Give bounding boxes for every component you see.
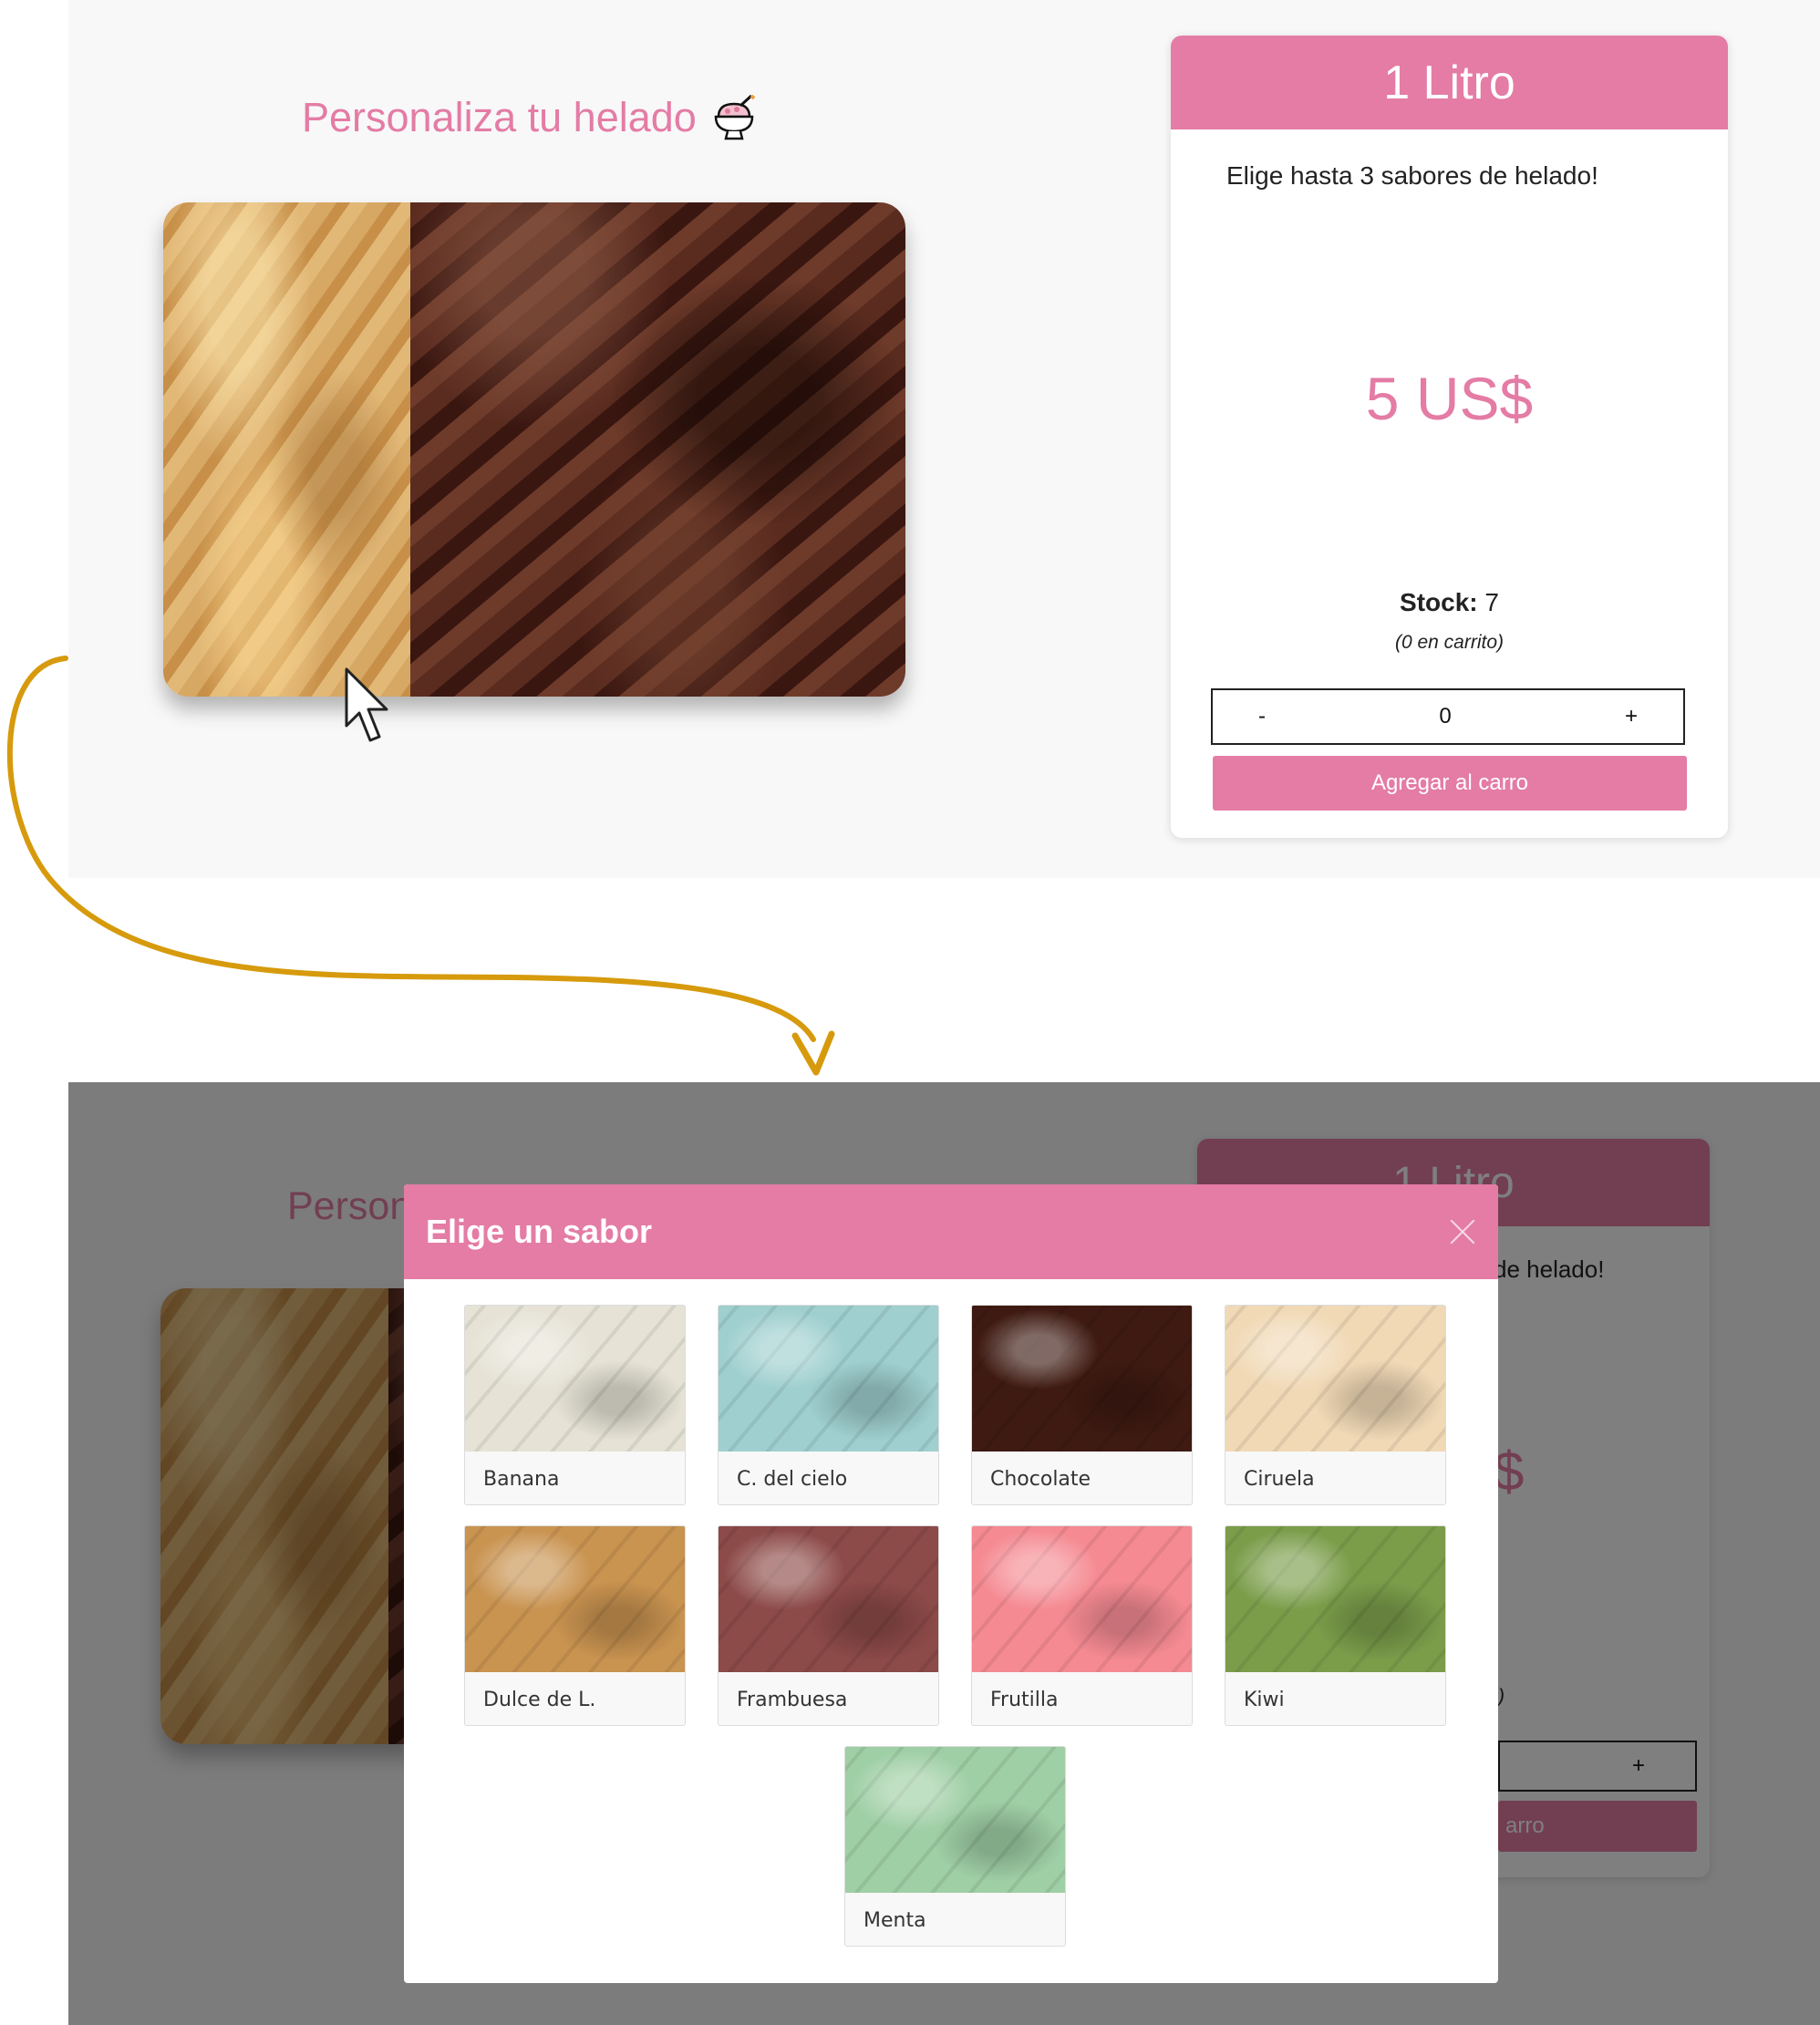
flavor-option[interactable]: Dulce de L. xyxy=(464,1525,686,1726)
flavor-option[interactable]: Banana xyxy=(464,1305,686,1505)
flavor-label: Dulce de L. xyxy=(483,1688,596,1711)
card-description: Elige hasta 3 sabores de helado! xyxy=(1226,161,1598,190)
close-icon[interactable] xyxy=(1449,1218,1476,1245)
flavor-preview-image[interactable] xyxy=(163,202,905,697)
card-price: 5 US$ xyxy=(1365,365,1534,432)
add-to-cart-button[interactable]: Agregar al carro xyxy=(1213,756,1687,811)
flavor-label: Menta xyxy=(863,1908,926,1932)
page-title-text: Personaliza tu helado xyxy=(302,94,697,140)
transition-arrow-icon xyxy=(6,656,835,1076)
flavor-picker-modal: Elige un sabor Banana C. del cielo Chocola… xyxy=(404,1184,1498,1983)
stock-value: 7 xyxy=(1484,588,1499,616)
flavor-option[interactable]: Chocolate xyxy=(971,1305,1193,1505)
modal-header: Elige un sabor xyxy=(404,1184,1498,1279)
flavor-option[interactable]: Kiwi xyxy=(1225,1525,1446,1726)
flavor-slot-chocolate[interactable] xyxy=(410,202,905,697)
flavor-slot-dulce-de-leche[interactable] xyxy=(163,202,410,697)
flavor-option[interactable]: Frambuesa xyxy=(718,1525,939,1726)
stock-label: Stock: xyxy=(1400,588,1478,616)
shaved-ice-bowl-icon xyxy=(714,94,756,140)
flavor-label: C. del cielo xyxy=(737,1467,848,1491)
screen-after: Person 1 Litro de helado! $ ) + arro Eli… xyxy=(68,1082,1820,2025)
flavor-swatch xyxy=(465,1306,685,1452)
flavor-label: Chocolate xyxy=(990,1467,1091,1491)
flavor-swatch xyxy=(972,1526,1192,1672)
flavor-swatch xyxy=(1225,1306,1445,1452)
flavor-swatch xyxy=(719,1526,938,1672)
flavor-swatch xyxy=(719,1306,938,1452)
qty-minus-button[interactable]: - xyxy=(1258,704,1266,729)
quantity-stepper: - 0 + xyxy=(1211,688,1685,745)
modal-title: Elige un sabor xyxy=(426,1213,653,1250)
stock-info: Stock: 7 xyxy=(1171,588,1728,617)
flavor-swatch xyxy=(972,1306,1192,1452)
flavor-option[interactable]: C. del cielo xyxy=(718,1305,939,1505)
page-title: Personaliza tu helado xyxy=(302,93,757,142)
flavor-swatch xyxy=(465,1526,685,1672)
flavor-swatch xyxy=(845,1747,1065,1893)
qty-value[interactable]: 0 xyxy=(1439,704,1451,729)
flavor-label: Banana xyxy=(483,1467,560,1491)
flavor-label: Ciruela xyxy=(1244,1467,1315,1491)
qty-plus-button[interactable]: + xyxy=(1625,704,1638,729)
flavor-label: Frutilla xyxy=(990,1688,1059,1711)
flavor-swatch xyxy=(1225,1526,1445,1672)
in-cart-count: (0 en carrito) xyxy=(1394,632,1505,653)
flavor-option[interactable]: Ciruela xyxy=(1225,1305,1446,1505)
flavor-option[interactable]: Frutilla xyxy=(971,1525,1193,1726)
product-card: 1 Litro Elige hasta 3 sabores de helado!… xyxy=(1171,36,1728,838)
flavor-label: Frambuesa xyxy=(737,1688,848,1711)
flavor-option[interactable]: Menta xyxy=(844,1746,1066,1947)
flavor-label: Kiwi xyxy=(1244,1688,1285,1711)
card-header: 1 Litro xyxy=(1171,36,1728,129)
